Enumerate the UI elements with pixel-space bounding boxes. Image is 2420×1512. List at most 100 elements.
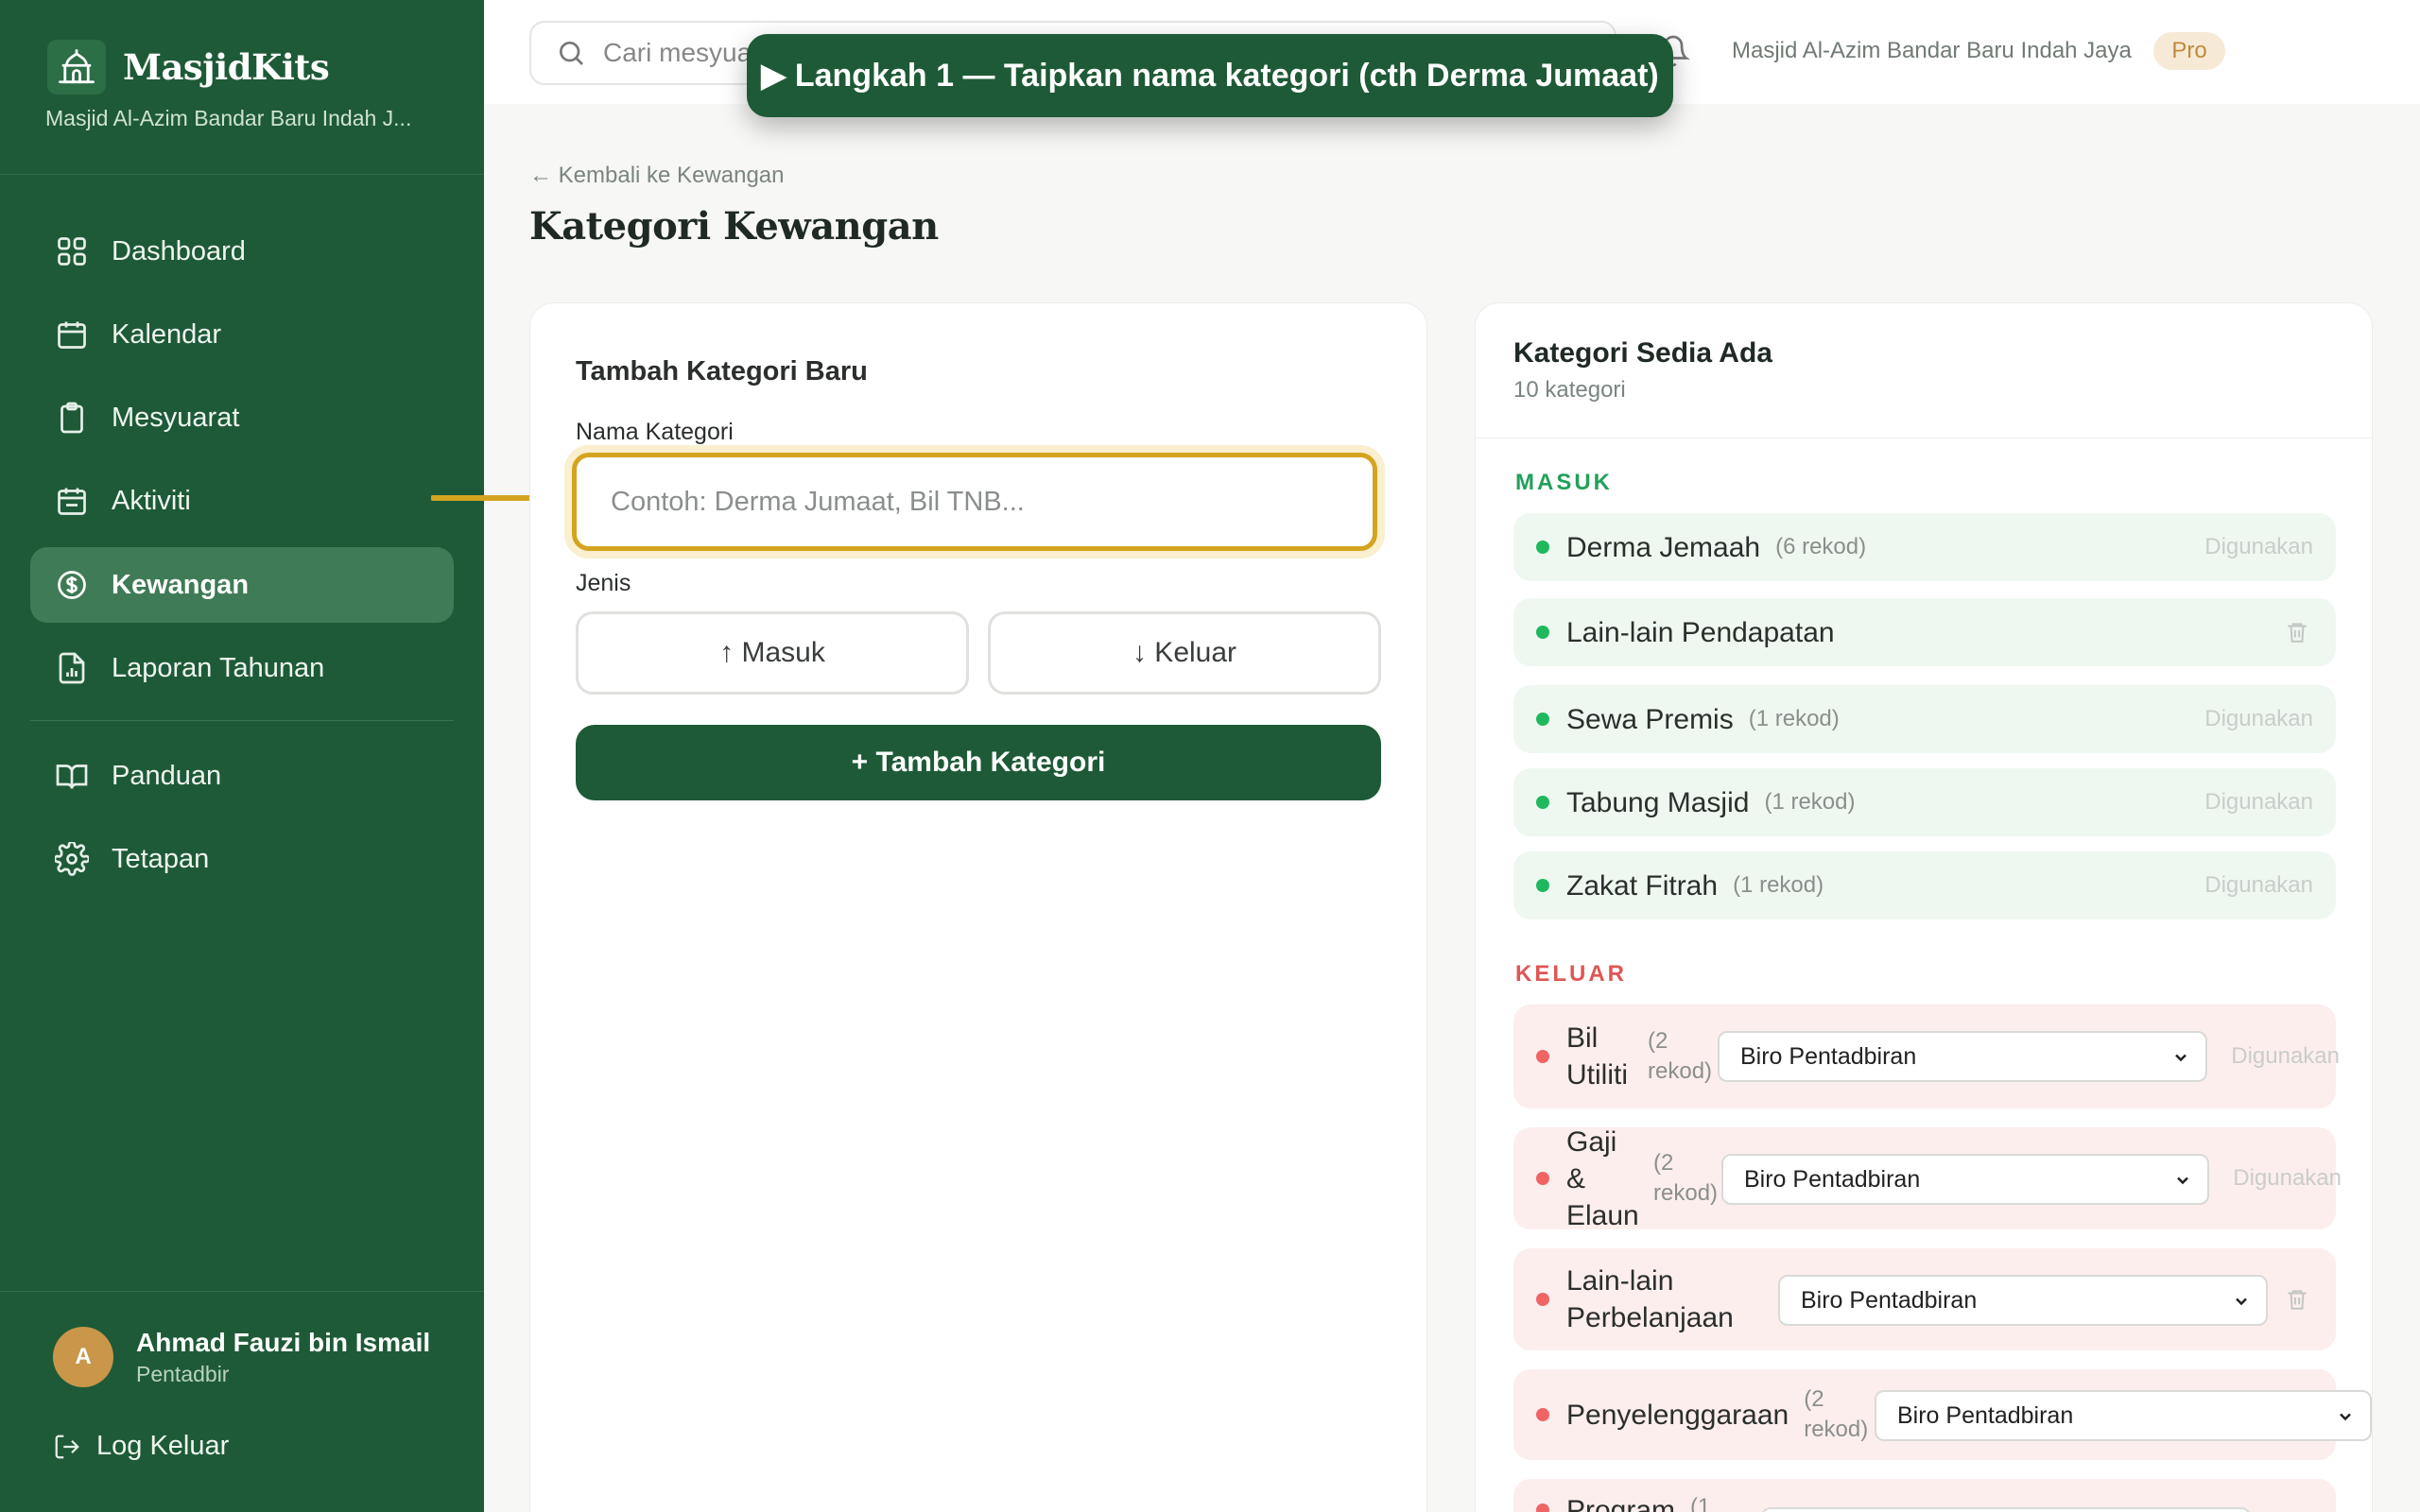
report-icon [59, 652, 85, 684]
calendar-icon [58, 321, 86, 349]
section-keluar: KELUAR [1515, 961, 1627, 987]
nav-mesyuarat[interactable]: Mesyuarat [30, 380, 454, 455]
status-dot [1536, 879, 1549, 892]
biro-select[interactable] [1761, 1507, 2251, 1512]
status-dot [1536, 796, 1549, 809]
select-value: Biro Pentadbiran [1744, 1165, 1921, 1193]
category-count: (6 rekod) [1775, 534, 1867, 559]
used-label: Digunakan [2204, 534, 2313, 559]
brand-name: MasjidKits [123, 46, 330, 88]
existing-title: Kategori Sedia Ada [1513, 337, 1772, 369]
nav-label: Aktiviti [112, 485, 191, 516]
divider [0, 1291, 484, 1292]
used-label: Digunakan [2204, 872, 2313, 898]
masjid-name: Masjid Al-Azim Bandar Baru Indah J... [45, 106, 412, 130]
biro-select[interactable]: Biro Pentadbiran [1875, 1390, 2372, 1441]
status-dot [1536, 1408, 1549, 1421]
nav-label: Mesyuarat [112, 402, 240, 433]
nav-label: Panduan [112, 760, 222, 791]
grid-icon [58, 237, 86, 266]
dollar-icon [58, 571, 86, 599]
category-row: Zakat Fitrah (1 rekod) Digunakan [1513, 851, 2336, 919]
category-name: Penyelenggaraan [1566, 1399, 1789, 1431]
category-name: Derma Jemaah [1566, 531, 1761, 563]
nav-label: Kewangan [112, 569, 250, 600]
category-name-input[interactable] [577, 457, 1373, 546]
biro-select[interactable]: Biro Pentadbiran [1778, 1275, 2268, 1326]
category-row: Gaji & Elaun (2 rekod) Biro Pentadbiran … [1513, 1126, 2342, 1231]
existing-count: 10 kategori [1513, 377, 1626, 403]
category-row: Tabung Masjid (1 rekod) Digunakan [1513, 768, 2336, 836]
category-count: (2 rekod) [1653, 1150, 1719, 1206]
trash-icon[interactable] [2285, 619, 2309, 645]
category-row: Sewa Premis (1 rekod) Digunakan [1513, 685, 2336, 753]
nav-label: Kalendar [112, 318, 222, 350]
add-category-card: Tambah Kategori Baru Nama Kategori Jenis… [529, 302, 1427, 1512]
mosque-logo-icon [47, 40, 106, 94]
used-label: Digunakan [2233, 1165, 2342, 1191]
brand[interactable]: MasjidKits [47, 40, 330, 94]
nav-kalendar[interactable]: Kalendar [30, 297, 454, 372]
biro-select[interactable]: Biro Pentadbiran [1721, 1154, 2209, 1205]
add-category-button[interactable]: + Tambah Kategori [576, 725, 1381, 800]
chevron-down-icon [2340, 1413, 2351, 1421]
used-label: Digunakan [2204, 789, 2313, 815]
nav-aktiviti[interactable]: Aktiviti [30, 463, 454, 539]
user-role: Pentadbir [136, 1361, 230, 1386]
category-name: Sewa Premis [1566, 703, 1734, 735]
status-dot [1536, 1293, 1549, 1306]
back-link[interactable]: ← Kembali ke Kewangan [529, 163, 784, 189]
type-in-button[interactable]: ↑ Masuk [576, 611, 969, 695]
category-count: (1 rekod) [1733, 872, 1824, 898]
page-title: Kategori Kewangan [529, 204, 939, 249]
used-label: Digunakan [2204, 706, 2313, 731]
sidebar: MasjidKits Masjid Al-Azim Bandar Baru In… [0, 0, 484, 1512]
category-name: Gaji & Elaun [1566, 1125, 1639, 1231]
avatar: A [53, 1327, 113, 1387]
clipboard-icon [60, 402, 83, 434]
form-title: Tambah Kategori Baru [576, 356, 868, 387]
biro-select[interactable]: Biro Pentadbiran [1718, 1031, 2207, 1082]
name-label: Nama Kategori [576, 419, 734, 445]
nav-label: Laporan Tahunan [112, 652, 325, 683]
user-profile[interactable]: A Ahmad Fauzi bin Ismail Pentadbir [53, 1327, 430, 1387]
status-dot [1536, 1050, 1549, 1063]
existing-categories-card: Kategori Sedia Ada 10 kategori MASUK Der… [1475, 302, 2373, 1512]
user-name: Ahmad Fauzi bin Ismail [136, 1327, 431, 1357]
select-value: Biro Pentadbiran [1801, 1286, 1978, 1314]
category-row: Lain-lain Perbelanjaan Biro Pentadbiran [1513, 1248, 2336, 1350]
category-row: Program (1 [1513, 1479, 2336, 1512]
nav-panduan[interactable]: Panduan [30, 738, 454, 814]
category-count: (2 rekod) [1804, 1386, 1869, 1442]
category-name: Tabung Masjid [1566, 786, 1750, 818]
trash-icon[interactable] [2285, 1286, 2309, 1313]
category-name: Lain-lain Perbelanjaan [1566, 1265, 1734, 1333]
chevron-down-icon [2236, 1297, 2247, 1306]
logout-icon [55, 1435, 79, 1458]
nav-tetapan[interactable]: Tetapan [30, 821, 454, 897]
nav-kewangan[interactable]: Kewangan [30, 547, 454, 623]
category-count: (1 rekod) [1748, 706, 1840, 731]
section-masuk: MASUK [1515, 470, 1613, 495]
status-dot [1536, 1172, 1549, 1185]
category-name: Lain-lain Pendapatan [1566, 616, 1835, 648]
category-name: Bil Utiliti [1566, 1022, 1628, 1091]
category-count: (1 rekod) [1764, 789, 1856, 815]
category-row: Derma Jemaah (6 rekod) Digunakan [1513, 513, 2336, 581]
chevron-down-icon [2177, 1177, 2188, 1185]
gear-icon [55, 842, 89, 876]
nav-laporan-tahunan[interactable]: Laporan Tahunan [30, 630, 454, 706]
status-dot [1536, 1503, 1549, 1512]
used-label: Digunakan [2231, 1043, 2340, 1069]
status-dot [1536, 713, 1549, 726]
book-icon [56, 765, 88, 789]
plan-badge: Pro [2153, 32, 2225, 70]
status-dot [1536, 541, 1549, 554]
divider [0, 174, 484, 175]
select-value: Biro Pentadbiran [1897, 1401, 2074, 1429]
select-value: Biro Pentadbiran [1740, 1042, 1917, 1070]
category-name: Program [1566, 1495, 1676, 1512]
nav-dashboard[interactable]: Dashboard [30, 214, 454, 289]
type-out-button[interactable]: ↓ Keluar [988, 611, 1381, 695]
logout-button[interactable]: Log Keluar [53, 1431, 229, 1462]
